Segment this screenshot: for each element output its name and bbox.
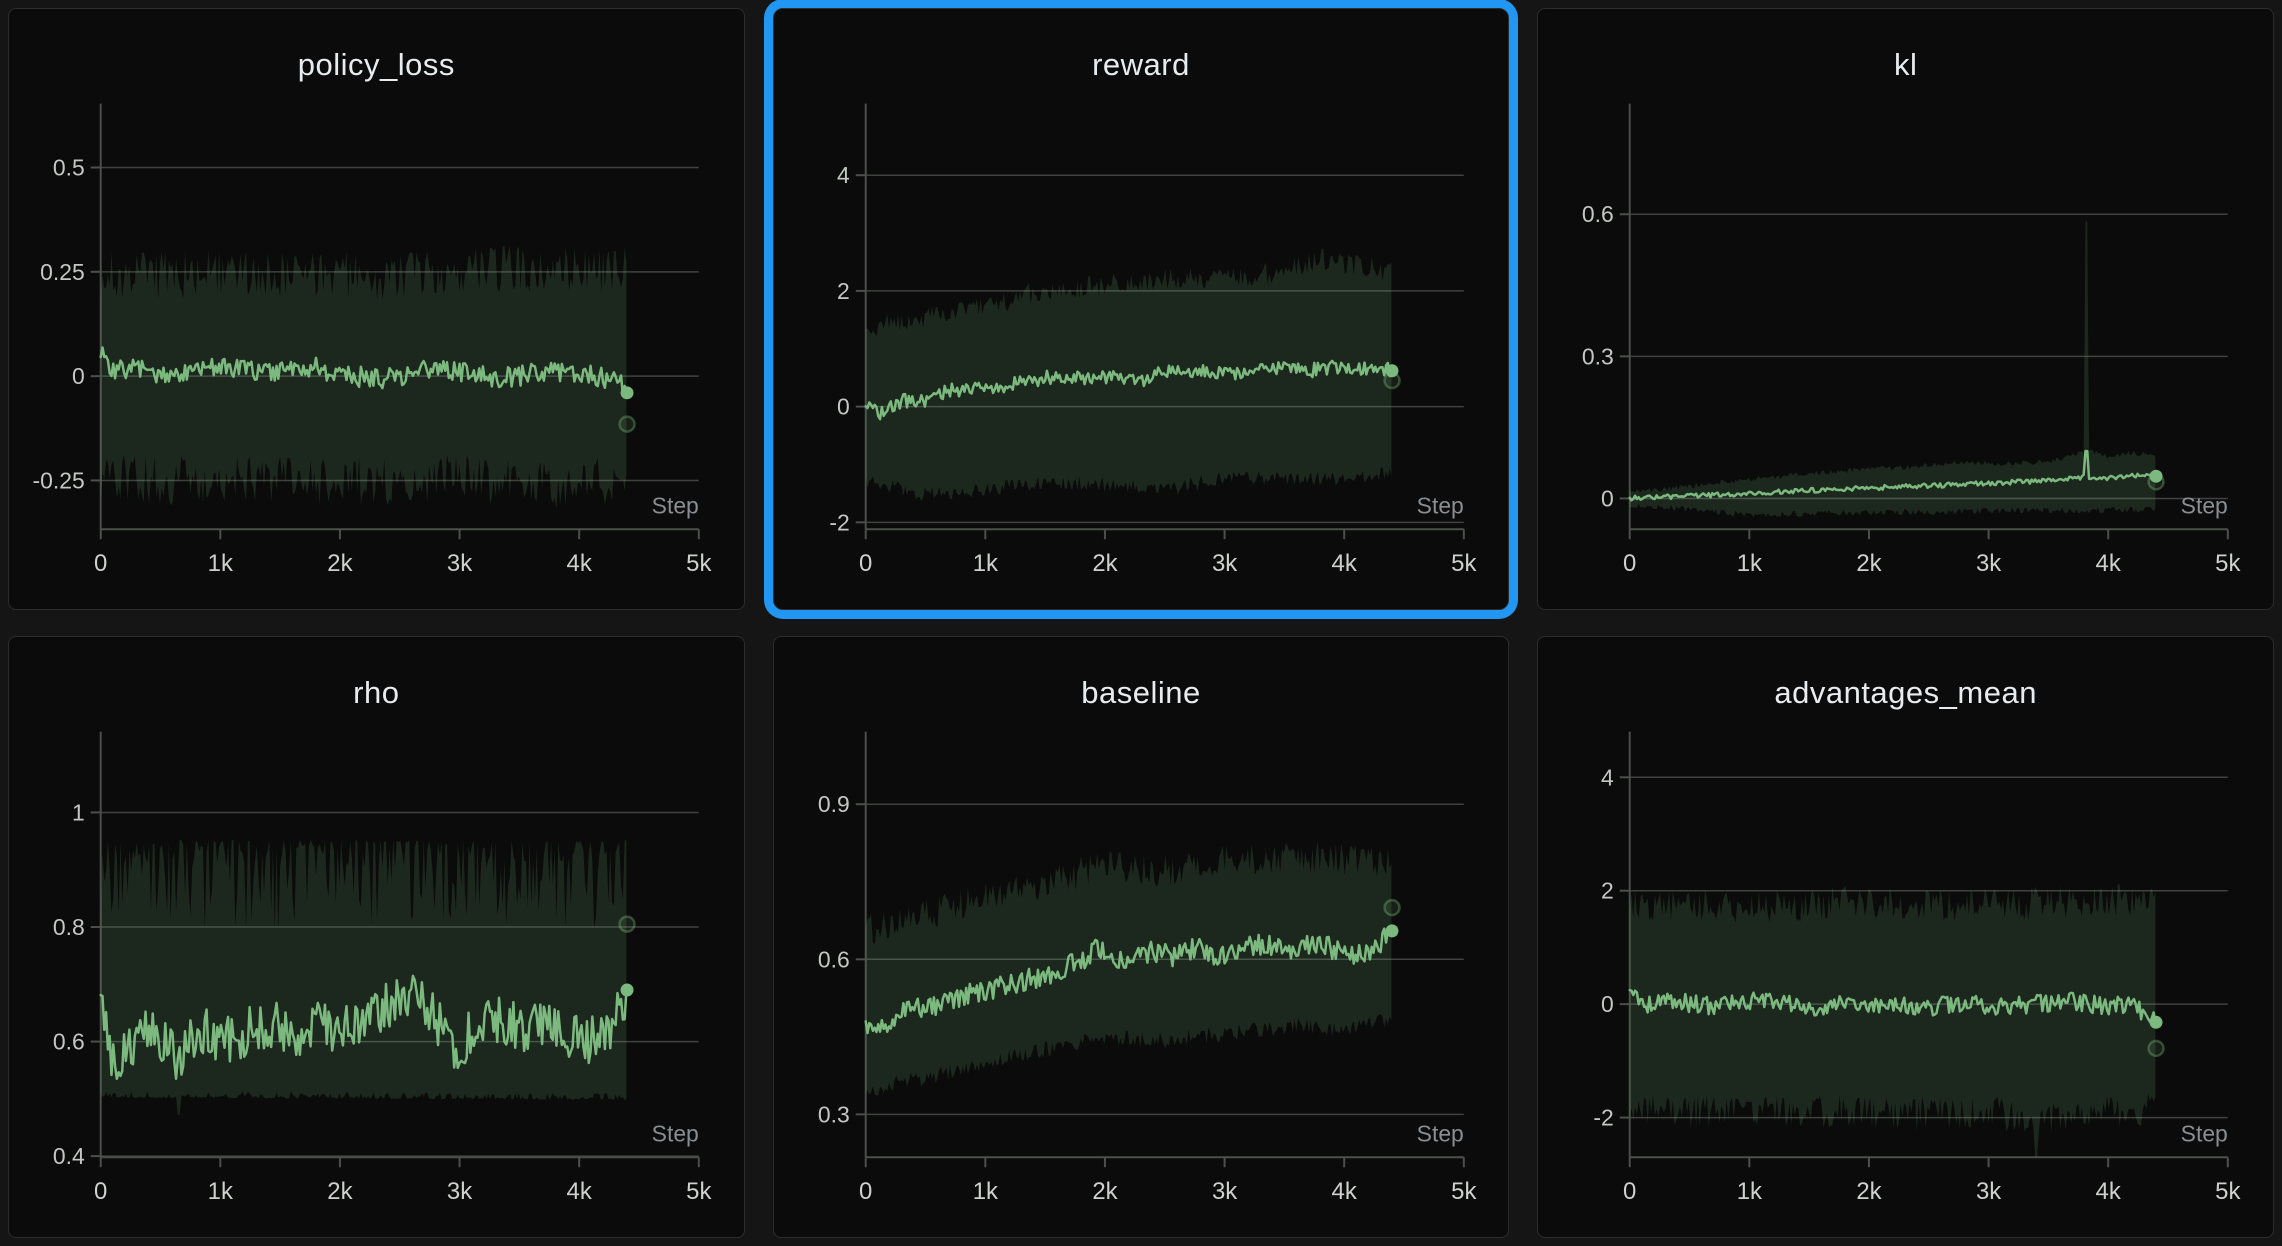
svg-text:0: 0 [1601,485,1614,511]
svg-text:2k: 2k [1092,550,1117,577]
svg-text:0.6: 0.6 [1582,201,1614,227]
svg-text:5k: 5k [686,550,711,577]
chart-panel-kl[interactable]: kl 0.60.3001k2k3k4k5kStep [1537,8,2274,610]
svg-text:3k: 3k [447,550,472,577]
svg-text:5k: 5k [2216,550,2241,577]
svg-text:0.3: 0.3 [818,1101,850,1127]
svg-text:2k: 2k [1092,1178,1117,1205]
svg-text:0: 0 [94,1178,107,1205]
svg-text:3k: 3k [1212,550,1237,577]
svg-text:3k: 3k [1976,1178,2001,1205]
svg-text:5k: 5k [1451,550,1476,577]
svg-text:5k: 5k [686,1178,711,1205]
svg-text:0.9: 0.9 [818,791,850,817]
svg-text:2: 2 [837,278,850,304]
svg-text:5k: 5k [1451,1178,1476,1205]
chart-canvas: 0.9 0.6 0.3 0 1k 2k 3k 4k 5k Step [774,637,1509,1237]
svg-text:0: 0 [94,550,107,577]
svg-text:4k: 4k [1331,550,1356,577]
svg-text:4k: 4k [567,1178,592,1205]
svg-text:2k: 2k [1857,550,1882,577]
svg-text:5k: 5k [2216,1178,2241,1205]
svg-text:4: 4 [1601,764,1614,790]
chart-panel-advantages-mean[interactable]: advantages_mean 420-201k2k3k4k5kStep [1537,636,2274,1238]
chart-canvas: 0.5 0.25 0 -0.25 0 1k 2k 3k 4k 5k Step [9,9,744,609]
svg-text:2k: 2k [327,550,352,577]
svg-text:4k: 4k [2096,550,2121,577]
svg-text:0: 0 [1623,550,1636,577]
svg-text:4: 4 [837,162,850,188]
svg-text:Step: Step [1416,492,1463,518]
svg-text:0: 0 [72,363,85,389]
chart-canvas: 4 2 0 -2 0 1k 2k 3k 4k 5k Step [1538,637,2273,1237]
svg-text:1: 1 [72,799,85,825]
svg-text:0.25: 0.25 [40,259,85,285]
svg-text:1k: 1k [972,1178,997,1205]
svg-text:0: 0 [837,394,850,420]
chart-panel-rho[interactable]: rho 10.80.60.401k2k3k4k5kStep [8,636,745,1238]
svg-text:Step: Step [1416,1120,1463,1146]
svg-text:-0.25: -0.25 [33,467,85,493]
chart-canvas: 4 2 0 -2 0 1k 2k 3k 4k 5k Step [774,9,1509,609]
chart-panel-baseline[interactable]: baseline 0.90.60.301k2k3k4k5kStep [773,636,1510,1238]
chart-canvas: 1 0.8 0.6 0.4 0 1k 2k 3k 4k 5k Step [9,637,744,1237]
svg-text:1k: 1k [972,550,997,577]
chart-panel-policy-loss[interactable]: policy_loss 0.50.250-0.2501k2k3k4k5kStep [8,8,745,610]
svg-text:4k: 4k [2096,1178,2121,1205]
svg-text:0.6: 0.6 [53,1029,85,1055]
svg-text:1k: 1k [1737,1178,1762,1205]
svg-text:1k: 1k [1737,550,1762,577]
svg-text:0.4: 0.4 [53,1143,85,1169]
svg-text:0: 0 [1623,1178,1636,1205]
svg-text:0.6: 0.6 [818,946,850,972]
svg-text:Step: Step [2181,492,2228,518]
chart-canvas: 0.6 0.3 0 0 1k 2k 3k 4k 5k Step [1538,9,2273,609]
svg-text:3k: 3k [1212,1178,1237,1205]
svg-text:4k: 4k [1331,1178,1356,1205]
svg-text:4k: 4k [567,550,592,577]
svg-text:2: 2 [1601,878,1614,904]
dashboard-grid: policy_loss 0.50.250-0.2501k2k3k4k5kStep… [0,0,2282,1246]
svg-text:2k: 2k [327,1178,352,1205]
svg-text:0: 0 [859,550,872,577]
svg-text:1k: 1k [208,1178,233,1205]
svg-text:Step: Step [652,492,699,518]
svg-text:0.3: 0.3 [1582,343,1614,369]
svg-text:0: 0 [859,1178,872,1205]
svg-text:-2: -2 [1594,1105,1614,1131]
chart-panel-reward[interactable]: reward 420-201k2k3k4k5kStep [773,8,1510,610]
svg-text:3k: 3k [1976,550,2001,577]
svg-text:0: 0 [1601,991,1614,1017]
svg-text:3k: 3k [447,1178,472,1205]
svg-text:0.5: 0.5 [53,154,85,180]
svg-text:2k: 2k [1857,1178,1882,1205]
svg-text:0.8: 0.8 [53,914,85,940]
svg-text:-2: -2 [829,509,849,535]
svg-text:Step: Step [652,1120,699,1146]
svg-text:1k: 1k [208,550,233,577]
svg-text:Step: Step [2181,1120,2228,1146]
